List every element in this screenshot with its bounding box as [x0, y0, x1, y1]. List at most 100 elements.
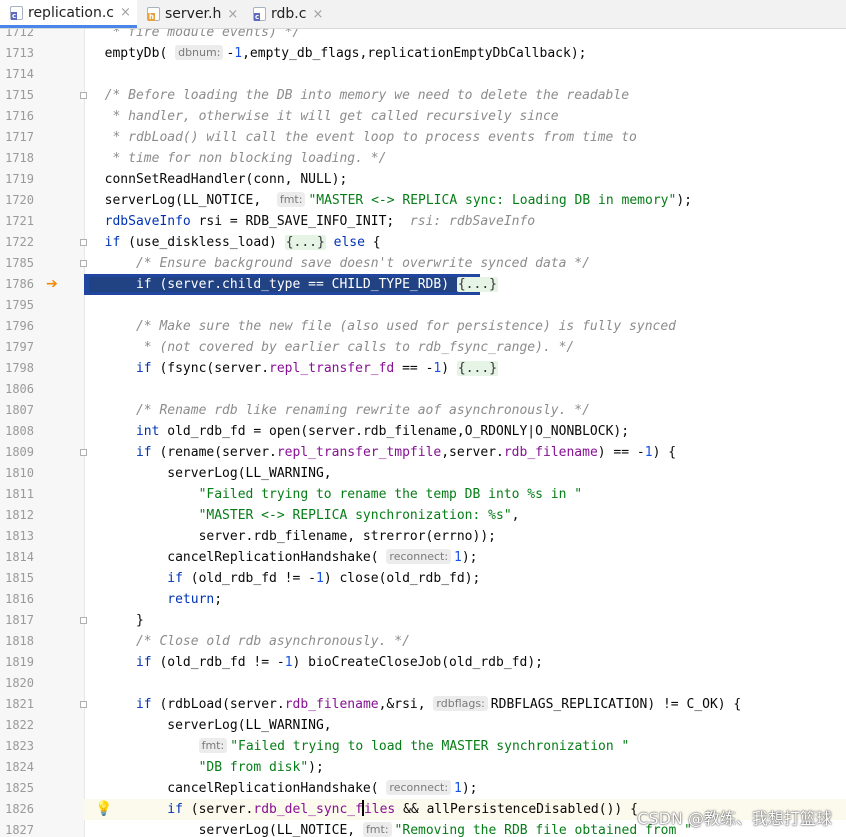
line-number[interactable]: 1810	[0, 463, 34, 484]
line-number[interactable]: 1816	[0, 589, 34, 610]
code-line[interactable]: 1821 if (rdbLoad(server.rdb_filename,&rs…	[0, 694, 846, 715]
code-text[interactable]: * time for non blocking loading. */	[89, 148, 386, 169]
code-line[interactable]: 1808 int old_rdb_fd = open(server.rdb_fi…	[0, 421, 846, 442]
fold-marker-icon[interactable]	[80, 239, 87, 246]
line-number[interactable]: 1825	[0, 778, 34, 799]
fold-marker-icon[interactable]	[80, 92, 87, 99]
line-number[interactable]: 1713	[0, 43, 34, 64]
code-line[interactable]: 1814 cancelReplicationHandshake( reconne…	[0, 547, 846, 568]
line-number[interactable]: 1814	[0, 547, 34, 568]
code-line[interactable]: 1798 if (fsync(server.repl_transfer_fd =…	[0, 358, 846, 379]
code-text[interactable]: * handler, otherwise it will get called …	[89, 106, 558, 127]
line-number[interactable]: 1827	[0, 820, 34, 837]
fold-marker-icon[interactable]	[80, 260, 87, 267]
close-tab-icon[interactable]: ×	[120, 5, 131, 20]
code-line[interactable]: 1719 connSetReadHandler(conn, NULL);	[0, 169, 846, 190]
tab-replication-c[interactable]: c replication.c ×	[0, 0, 137, 28]
line-number[interactable]: 1818	[0, 631, 34, 652]
line-number[interactable]: 1812	[0, 505, 34, 526]
code-line[interactable]: 1797 * (not covered by earlier calls to …	[0, 337, 846, 358]
code-text[interactable]: if (old_rdb_fd != -1) bioCreateCloseJob(…	[89, 652, 543, 673]
code-text[interactable]: if (rename(server.repl_transfer_tmpfile,…	[89, 442, 676, 463]
code-text[interactable]: if (fsync(server.repl_transfer_fd == -1)…	[89, 358, 499, 379]
line-number[interactable]: 1817	[0, 610, 34, 631]
line-number[interactable]: 1811	[0, 484, 34, 505]
code-line[interactable]: 1823 fmt: "Failed trying to load the MAST…	[0, 736, 846, 757]
code-text[interactable]: "Failed trying to rename the temp DB int…	[89, 484, 583, 505]
line-number[interactable]: 1712	[0, 29, 34, 43]
code-text[interactable]: if (server.rdb_del_sync_files && allPers…	[89, 799, 638, 820]
code-text[interactable]: serverLog(LL_WARNING,	[89, 463, 331, 484]
line-number[interactable]: 1795	[0, 295, 34, 316]
code-text[interactable]: }	[89, 610, 144, 631]
code-text[interactable]: * (not covered by earlier calls to rdb_f…	[89, 337, 574, 358]
tab-rdb-c[interactable]: c rdb.c ×	[243, 0, 327, 28]
fold-marker-icon[interactable]	[80, 449, 87, 456]
code-text[interactable]: serverLog(LL_WARNING,	[89, 715, 331, 736]
code-text[interactable]: cancelReplicationHandshake( reconnect: 1)…	[89, 778, 478, 799]
line-number[interactable]: 1822	[0, 715, 34, 736]
code-text[interactable]: /* Ensure background save doesn't overwr…	[89, 253, 590, 274]
line-number[interactable]: 1785	[0, 253, 34, 274]
code-text[interactable]: server.rdb_filename, strerror(errno));	[89, 526, 496, 547]
code-text[interactable]: fmt: "Failed trying to load the MASTER sy…	[89, 736, 629, 757]
line-number[interactable]: 1823	[0, 736, 34, 757]
code-text[interactable]: "DB from disk");	[89, 757, 324, 778]
line-number[interactable]: 1719	[0, 169, 34, 190]
code-line[interactable]: 1825 cancelReplicationHandshake( reconne…	[0, 778, 846, 799]
code-line[interactable]: 1713 emptyDb( dbnum: -1,empty_db_flags,re…	[0, 43, 846, 64]
code-line[interactable]: 1810 serverLog(LL_WARNING,	[0, 463, 846, 484]
code-line[interactable]: 1785 /* Ensure background save doesn't o…	[0, 253, 846, 274]
code-line[interactable]: 1822 serverLog(LL_WARNING,	[0, 715, 846, 736]
tab-server-h[interactable]: h server.h ×	[137, 0, 243, 28]
code-line[interactable]: 1795	[0, 295, 846, 316]
code-line[interactable]: 1796 /* Make sure the new file (also use…	[0, 316, 846, 337]
code-text[interactable]: if (server.child_type == CHILD_TYPE_RDB)…	[89, 274, 498, 295]
line-number[interactable]: 1717	[0, 127, 34, 148]
line-number[interactable]: 1720	[0, 190, 34, 211]
line-number[interactable]: 1716	[0, 106, 34, 127]
code-line[interactable]: 1715 /* Before loading the DB into memor…	[0, 85, 846, 106]
line-number[interactable]: 1826	[0, 799, 34, 820]
code-text[interactable]: cancelReplicationHandshake( reconnect: 1)…	[89, 547, 478, 568]
code-text[interactable]: connSetReadHandler(conn, NULL);	[89, 169, 348, 190]
code-line[interactable]: 1714	[0, 64, 846, 85]
fold-marker-icon[interactable]	[80, 701, 87, 708]
code-line[interactable]: 1812 "MASTER <-> REPLICA synchronization…	[0, 505, 846, 526]
code-line[interactable]: 1820	[0, 673, 846, 694]
code-text[interactable]: /* Close old rdb asynchronously. */	[89, 631, 410, 652]
folded-code-block[interactable]: {...}	[456, 277, 498, 292]
line-number[interactable]: 1808	[0, 421, 34, 442]
close-tab-icon[interactable]: ×	[227, 7, 238, 22]
line-number[interactable]: 1821	[0, 694, 34, 715]
code-text[interactable]: int old_rdb_fd = open(server.rdb_filenam…	[89, 421, 629, 442]
line-number[interactable]: 1718	[0, 148, 34, 169]
code-line[interactable]: 1815 if (old_rdb_fd != -1) close(old_rdb…	[0, 568, 846, 589]
code-text[interactable]: serverLog(LL_NOTICE, fmt: "Removing the R…	[89, 820, 692, 837]
code-line[interactable]: 1786 ➔ if (server.child_type == CHILD_TYP…	[0, 274, 846, 295]
code-line[interactable]: 1809 if (rename(server.repl_transfer_tmp…	[0, 442, 846, 463]
code-line[interactable]: 1819 if (old_rdb_fd != -1) bioCreateClos…	[0, 652, 846, 673]
folded-code-block[interactable]: {...}	[284, 235, 326, 250]
code-line[interactable]: 1721 rdbSaveInfo rsi = RDB_SAVE_INFO_INI…	[0, 211, 846, 232]
code-text[interactable]: /* Make sure the new file (also used for…	[89, 316, 676, 337]
code-text[interactable]: "MASTER <-> REPLICA synchronization: %s"…	[89, 505, 520, 526]
line-number[interactable]: 1714	[0, 64, 34, 85]
close-tab-icon[interactable]: ×	[312, 7, 323, 22]
code-line[interactable]: 1720 serverLog(LL_NOTICE, fmt: "MASTER <-…	[0, 190, 846, 211]
folded-code-block[interactable]: {...}	[456, 361, 499, 376]
code-text[interactable]: if (use_diskless_load) {...} else {	[89, 232, 381, 253]
line-number[interactable]: 1722	[0, 232, 34, 253]
line-number[interactable]: 1721	[0, 211, 34, 232]
code-line[interactable]: 1824 "DB from disk");	[0, 757, 846, 778]
code-text[interactable]: if (old_rdb_fd != -1) close(old_rdb_fd);	[89, 568, 480, 589]
code-line[interactable]: 1807 /* Rename rdb like renaming rewrite…	[0, 400, 846, 421]
line-number[interactable]: 1806	[0, 379, 34, 400]
code-editor[interactable]: 1712 * fire module events) */1713 emptyD…	[0, 29, 846, 837]
code-line[interactable]: 1712 * fire module events) */	[0, 29, 846, 43]
line-number[interactable]: 1824	[0, 757, 34, 778]
line-number[interactable]: 1786	[0, 274, 34, 295]
line-number[interactable]: 1797	[0, 337, 34, 358]
code-text[interactable]: /* Rename rdb like renaming rewrite aof …	[89, 400, 590, 421]
code-line[interactable]: 1813 server.rdb_filename, strerror(errno…	[0, 526, 846, 547]
